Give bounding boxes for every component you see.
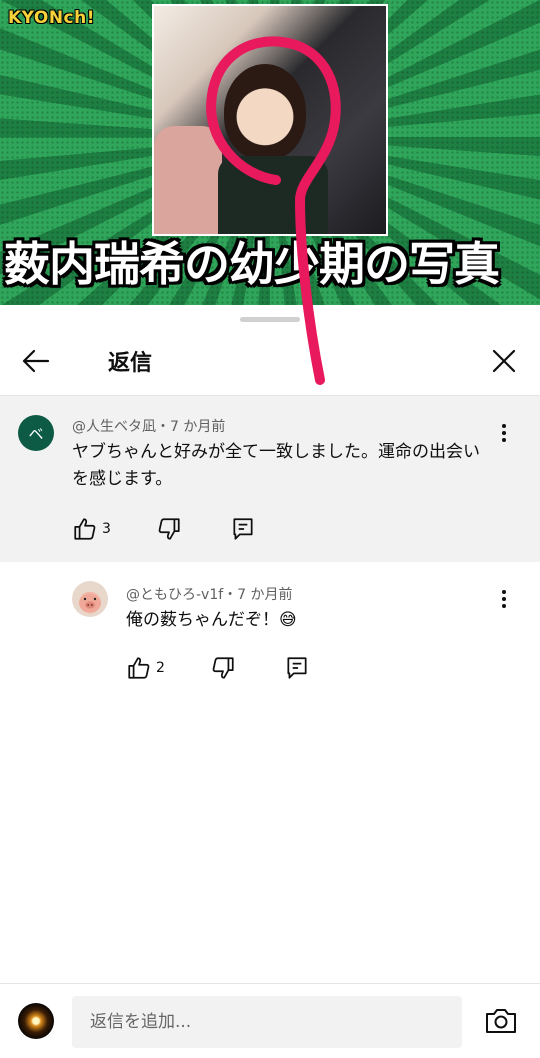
sheet-header: 返信 (0, 325, 540, 395)
avatar[interactable]: ベ (18, 415, 54, 451)
camera-icon (486, 1009, 516, 1033)
sheet-title: 返信 (108, 351, 153, 376)
reply-button[interactable] (284, 655, 310, 681)
drag-handle[interactable] (240, 317, 300, 322)
video-overlay-title: 薮内瑞希の幼少期の写真 (4, 237, 500, 291)
reply-bar (0, 983, 540, 1058)
avatar[interactable] (72, 581, 108, 617)
close-icon (492, 349, 516, 373)
comment-meta: @人生ベタ凪・7 か月前 (72, 419, 226, 435)
more-vert-icon (502, 424, 506, 428)
reply-input[interactable] (72, 996, 462, 1048)
childhood-photo (152, 4, 388, 236)
comment-text: ヤブちゃんと好みが全て一致しました。運命の出会いを感じます。 (72, 442, 480, 489)
channel-brand-logo: KYONch! (8, 8, 95, 28)
comment-icon (233, 518, 253, 540)
close-button[interactable] (486, 343, 522, 379)
comment-icon (287, 657, 307, 679)
camera-button[interactable] (484, 1006, 518, 1036)
thumb-down-icon (158, 518, 180, 540)
thumb-up-icon (74, 518, 96, 540)
thumb-down-icon (212, 657, 234, 679)
more-vert-icon (502, 590, 506, 594)
back-button[interactable] (18, 343, 54, 379)
dislike-button[interactable] (156, 516, 182, 542)
comment-text: 俺の薮ちゃんだぞ！😅 (126, 610, 297, 630)
comment-more-button[interactable] (494, 586, 514, 612)
parent-comment: ベ @人生ベタ凪・7 か月前 ヤブちゃんと好みが全て一致しました。運命の出会いを… (0, 396, 540, 562)
like-count: 3 (102, 521, 111, 537)
pig-icon (79, 594, 101, 612)
reply-button[interactable] (230, 516, 256, 542)
arrow-left-icon (22, 349, 50, 373)
like-button[interactable] (126, 655, 152, 681)
comment-more-button[interactable] (494, 420, 514, 446)
replies-sheet: 返信 ベ @人生ベタ凪・7 か月前 ヤブちゃんと好みが全て一致しました。運命の出… (0, 305, 540, 1057)
dislike-button[interactable] (210, 655, 236, 681)
like-button[interactable] (72, 516, 98, 542)
comment-meta: @ともひろ-v1f・7 か月前 (126, 587, 293, 603)
like-count: 2 (156, 660, 165, 676)
avatar[interactable] (18, 1003, 54, 1039)
thumb-up-icon (128, 657, 150, 679)
video-player[interactable]: KYONch! 薮内瑞希の幼少期の写真 (0, 0, 540, 305)
